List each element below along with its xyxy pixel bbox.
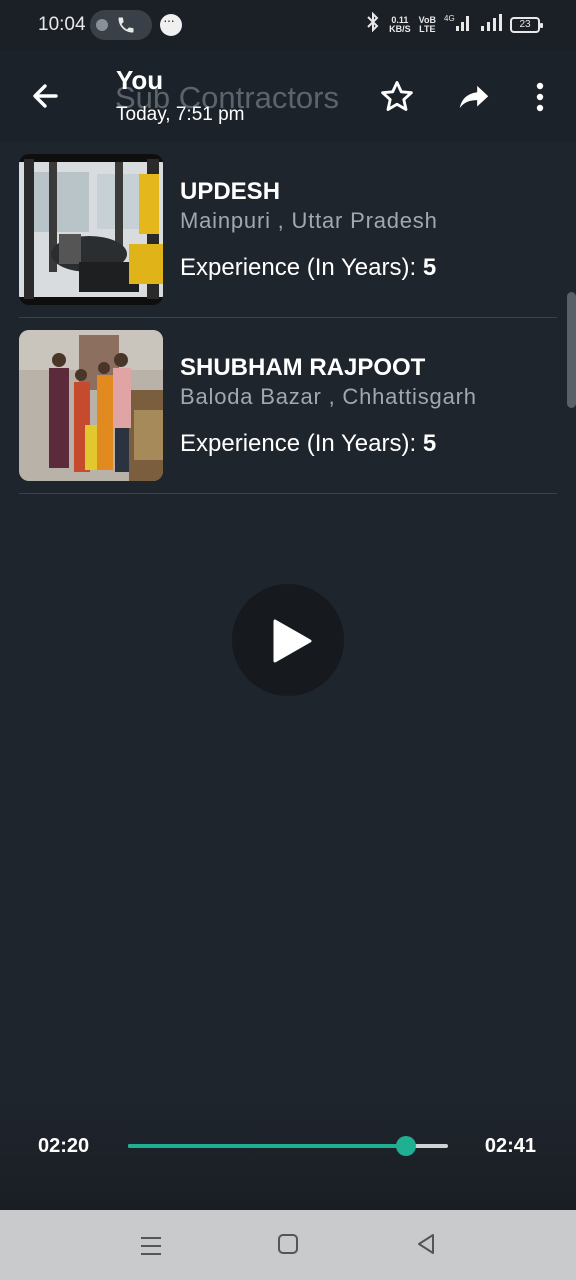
- share-icon: [459, 85, 489, 109]
- home-button[interactable]: [276, 1232, 300, 1256]
- play-button[interactable]: [232, 584, 344, 696]
- video-player-controls: 02:20 02:41: [0, 1100, 576, 1210]
- contractor-experience: Experience (In Years): 5: [180, 430, 436, 458]
- more-options-button[interactable]: [530, 78, 550, 116]
- signal-icon: [480, 12, 502, 37]
- ongoing-call-indicator[interactable]: [90, 10, 152, 40]
- play-icon: [273, 619, 312, 663]
- contractor-location: Mainpuri , Uttar Pradesh: [180, 208, 438, 233]
- seek-bar-thumb[interactable]: [396, 1136, 417, 1156]
- contractor-photo: [19, 330, 163, 481]
- volte-bottom: LTE: [419, 23, 436, 34]
- contractor-name: SHUBHAM RAJPOOT: [180, 354, 426, 381]
- signal-4g-icon: 4G: [444, 12, 472, 37]
- battery-icon: 23: [510, 16, 543, 33]
- menu-icon: [141, 1237, 161, 1255]
- sender-name: You: [116, 65, 164, 95]
- star-button[interactable]: [378, 78, 416, 116]
- contractor-experience: Experience (In Years): 5: [180, 254, 436, 282]
- network-speed-unit: KB/S: [389, 23, 411, 34]
- bluetooth-icon: [365, 11, 381, 37]
- contractor-card[interactable]: UPDESH Mainpuri , Uttar Pradesh Experien…: [19, 154, 557, 318]
- status-indicators: 0.11 KB/S VoB LTE 4G 23: [365, 11, 543, 37]
- total-duration: 02:41: [484, 1135, 536, 1157]
- current-time: 02:20: [38, 1135, 90, 1157]
- arrow-left-icon: [33, 84, 58, 108]
- seek-bar[interactable]: [128, 1136, 448, 1156]
- status-time: 10:04: [38, 14, 86, 35]
- network-speed: 0.11 KB/S: [389, 15, 411, 34]
- svg-text:4G: 4G: [444, 14, 455, 23]
- call-dot-icon: [96, 19, 108, 31]
- forward-button[interactable]: [455, 78, 493, 116]
- phone-icon: [116, 15, 136, 40]
- home-square-icon: [278, 1234, 298, 1254]
- contractor-name: UPDESH: [180, 178, 281, 205]
- scroll-handle[interactable]: [567, 292, 576, 408]
- chat-bubble-icon: [160, 12, 182, 36]
- star-icon: [381, 81, 413, 111]
- seek-bar-progress: [128, 1144, 407, 1148]
- experience-label: Experience (In Years):: [180, 254, 423, 281]
- experience-label: Experience (In Years):: [180, 430, 423, 457]
- volte-indicator: VoB LTE: [419, 15, 436, 34]
- viewer-header: Sub Contractors You Today, 7:51 pm: [0, 50, 576, 142]
- recent-apps-button[interactable]: [138, 1234, 164, 1258]
- contractor-card[interactable]: SHUBHAM RAJPOOT Baloda Bazar , Chhattisg…: [19, 330, 557, 494]
- experience-value: 5: [422, 430, 437, 457]
- experience-value: 5: [422, 254, 437, 281]
- message-timestamp: Today, 7:51 pm: [116, 104, 245, 125]
- back-button[interactable]: [26, 76, 66, 116]
- status-bar: 10:04 0.11 KB/S VoB LTE 4G: [0, 0, 576, 50]
- contractor-photo: [19, 154, 163, 305]
- system-back-button[interactable]: [414, 1232, 438, 1256]
- triangle-back-icon: [418, 1234, 434, 1254]
- system-navigation-bar: [0, 1210, 576, 1280]
- more-vert-icon: [536, 82, 544, 112]
- contractor-location: Baloda Bazar , Chhattisgarh: [180, 384, 477, 409]
